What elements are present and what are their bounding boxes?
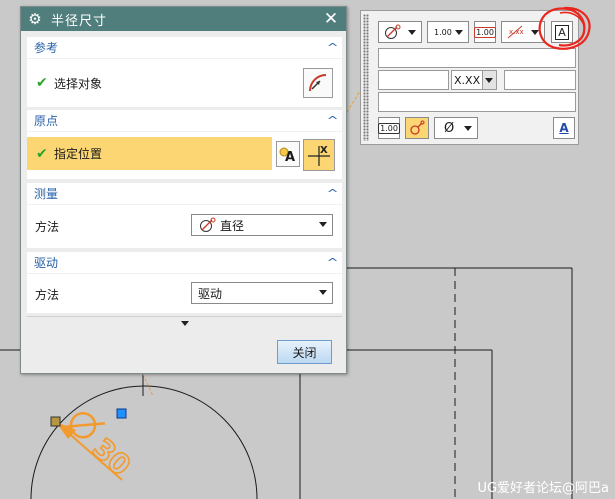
group-reference: 参考 ^ ✔ 选择对象	[27, 37, 342, 107]
specify-location-row[interactable]: ✔ 指定位置	[27, 137, 272, 170]
chevron-down-icon	[464, 126, 472, 131]
text-format-icon: A	[559, 121, 569, 135]
prefix-symbol-value: Ø	[444, 120, 455, 136]
group-header-measure[interactable]: 测量 ^	[27, 183, 342, 205]
suffix-text-field[interactable]	[378, 92, 576, 112]
precision-select[interactable]: 1.00	[427, 21, 469, 43]
group-measure: 测量 ^ 方法 直径	[27, 183, 342, 248]
watermark: UG爱好者论坛@阿巴a	[477, 481, 609, 496]
text-handle[interactable]	[116, 408, 127, 419]
leader-to-dialog	[142, 373, 154, 397]
chevron-up-icon[interactable]: ^	[326, 114, 338, 127]
select-arc-button[interactable]	[303, 68, 333, 98]
text-settings-button[interactable]: A	[276, 141, 300, 167]
chevron-down-icon	[455, 30, 463, 35]
gear-icon[interactable]: ⚙	[27, 11, 43, 27]
chevron-down-icon	[319, 290, 327, 295]
group-drive: 驱动 ^ 方法 驱动	[27, 252, 342, 313]
chevron-down-icon	[319, 222, 327, 227]
group-title-drive: 驱动	[34, 256, 59, 270]
more-options-toggle[interactable]	[27, 316, 342, 330]
checkmark-icon: ✔	[36, 75, 48, 91]
radius-dimension-dialog: ⚙ 半径尺寸 ✕ 参考 ^ ✔ 选择对象 原点 ^ ✔ 指定位置 A X 测量 …	[20, 6, 347, 374]
text-settings-icon: A	[279, 147, 295, 164]
chevron-down-icon	[180, 321, 189, 326]
tolerance-icon: x.xx	[507, 25, 524, 39]
chevron-up-icon[interactable]: ^	[326, 41, 338, 54]
group-title-measure: 测量	[34, 187, 59, 201]
boxed-value-icon: 1.00	[378, 122, 400, 134]
origin-tool-button[interactable]: X	[303, 139, 335, 171]
boxed-value-icon: 1.00	[474, 26, 496, 38]
chevron-up-icon[interactable]: ^	[326, 187, 338, 200]
chevron-down-icon	[485, 78, 493, 83]
diameter-symbol-icon	[410, 120, 425, 135]
dimension-text: 30	[61, 411, 138, 483]
diameter-icon	[200, 217, 216, 232]
chevron-down-icon	[408, 30, 416, 35]
dialog-titlebar[interactable]: ⚙ 半径尺寸 ✕	[21, 7, 346, 31]
arc-select-icon	[309, 74, 327, 92]
tolerance-format-select[interactable]: X.XX	[451, 70, 497, 90]
measure-method-label: 方法	[35, 219, 60, 234]
close-button[interactable]: 关闭	[277, 340, 332, 364]
diameter-symbol-button[interactable]	[405, 117, 429, 139]
measure-method-select[interactable]: 直径	[191, 214, 333, 236]
group-header-drive[interactable]: 驱动 ^	[27, 252, 342, 274]
select-object-label: 选择对象	[54, 76, 103, 91]
close-icon[interactable]: ✕	[322, 9, 340, 29]
origin-handle[interactable]	[50, 416, 61, 427]
specify-location-label: 指定位置	[54, 147, 103, 161]
group-header-reference[interactable]: 参考 ^	[27, 37, 342, 59]
svg-text:X: X	[320, 145, 328, 156]
dimension-type-select[interactable]	[378, 21, 422, 43]
svg-text:30: 30	[86, 432, 137, 483]
boxed-value-button[interactable]: 1.00	[474, 21, 496, 43]
precision-value: 1.00	[434, 27, 452, 37]
svg-text:x.xx: x.xx	[509, 28, 524, 36]
prefix-symbol-select[interactable]: Ø	[434, 117, 478, 139]
group-origin: 原点 ^ ✔ 指定位置 A X	[27, 110, 342, 179]
diameter-icon	[385, 24, 401, 39]
group-title-reference: 参考	[34, 41, 59, 55]
dialog-title: 半径尺寸	[51, 13, 108, 29]
drive-method-select[interactable]: 驱动	[191, 282, 333, 304]
origin-tool-icon: X	[308, 145, 330, 166]
toolbar-grip[interactable]	[363, 14, 369, 141]
boxed-value-button-2[interactable]: 1.00	[378, 117, 400, 139]
drive-method-label: 方法	[35, 287, 60, 302]
group-title-origin: 原点	[34, 114, 59, 128]
circle-arc	[30, 385, 258, 499]
drive-method-value: 驱动	[198, 286, 223, 301]
measure-method-value: 直径	[220, 218, 245, 233]
chevron-up-icon[interactable]: ^	[326, 256, 338, 269]
text-format-button[interactable]: A	[553, 117, 575, 139]
red-annotation-circle	[538, 6, 591, 50]
group-header-origin[interactable]: 原点 ^	[27, 110, 342, 132]
upper-value-field[interactable]	[504, 70, 576, 90]
checkmark-icon: ✔	[36, 145, 48, 162]
select-object-row[interactable]: ✔ 选择对象	[27, 63, 342, 103]
svg-text:A: A	[285, 150, 295, 164]
lower-value-field[interactable]	[378, 70, 449, 90]
tolerance-format-value: X.XX	[454, 73, 481, 87]
